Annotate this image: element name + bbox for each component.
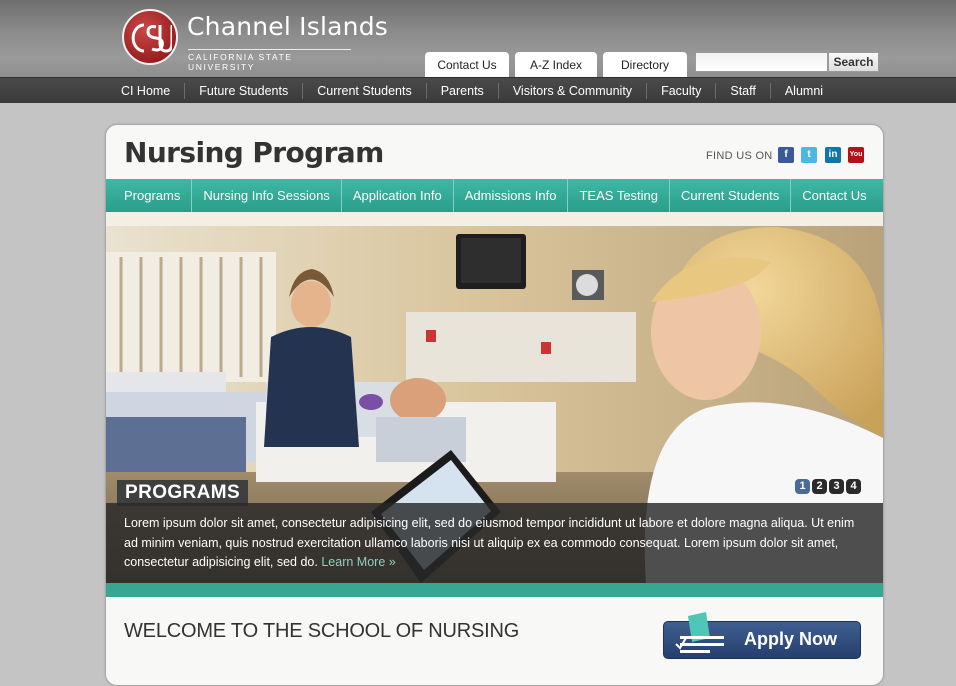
- youtube-icon[interactable]: You: [848, 147, 864, 163]
- slide-dot-1[interactable]: 1: [795, 479, 810, 494]
- twitter-icon[interactable]: t: [801, 147, 817, 163]
- nav-parents[interactable]: Parents: [425, 82, 498, 99]
- tab-contact-us[interactable]: Contact Us: [425, 52, 509, 77]
- subnav-programs[interactable]: Programs: [106, 179, 191, 212]
- tab-directory[interactable]: Directory: [603, 52, 687, 77]
- slide-dot-2[interactable]: 2: [812, 479, 827, 494]
- nav-visitors-community[interactable]: Visitors & Community: [497, 82, 646, 99]
- site-header: Channel Islands CALIFORNIA STATE UNIVERS…: [0, 0, 956, 77]
- divider-band: [106, 583, 883, 597]
- application-form-icon: [675, 612, 724, 653]
- apply-now-button[interactable]: Apply Now: [663, 612, 861, 659]
- nav-future-students[interactable]: Future Students: [184, 82, 302, 99]
- subnav-current-students[interactable]: Current Students: [669, 179, 790, 212]
- subnav-teas-testing[interactable]: TEAS Testing: [567, 179, 669, 212]
- slide-pager: 1 2 3 4: [795, 479, 861, 494]
- university-subtitle: CALIFORNIA STATE UNIVERSITY: [188, 49, 351, 72]
- tab-a-z-index[interactable]: A-Z Index: [515, 52, 597, 77]
- subnav-contact-us[interactable]: Contact Us: [790, 179, 877, 212]
- nav-alumni[interactable]: Alumni: [769, 82, 837, 99]
- page-title: Nursing Program: [124, 136, 384, 169]
- university-name[interactable]: Channel Islands: [187, 12, 388, 41]
- subnav-admissions-info[interactable]: Admissions Info: [452, 179, 568, 212]
- slide-caption-text: Lorem ipsum dolor sit amet, consectetur …: [124, 516, 855, 569]
- welcome-heading: WELCOME TO THE SCHOOL OF NURSING: [124, 620, 520, 642]
- program-navigation: Programs Nursing Info Sessions Applicati…: [106, 179, 883, 212]
- nav-ci-home[interactable]: CI Home: [107, 83, 184, 99]
- nav-current-students[interactable]: Current Students: [302, 82, 426, 99]
- slide-caption: Lorem ipsum dolor sit amet, consectetur …: [106, 503, 883, 583]
- search-input[interactable]: [695, 52, 828, 72]
- slide-dot-3[interactable]: 3: [829, 479, 844, 494]
- nav-faculty[interactable]: Faculty: [646, 82, 715, 99]
- facebook-icon[interactable]: f: [778, 147, 794, 163]
- slide-dot-4[interactable]: 4: [846, 479, 861, 494]
- find-us-label: FIND US ON: [706, 150, 773, 162]
- search-button[interactable]: Search: [828, 52, 879, 72]
- subnav-nursing-info-sessions[interactable]: Nursing Info Sessions: [191, 179, 340, 212]
- csu-seal-logo[interactable]: [122, 9, 178, 65]
- apply-now-label: Apply Now: [744, 629, 837, 649]
- learn-more-link[interactable]: Learn More »: [321, 555, 395, 569]
- content-card: Nursing Program FIND US ON f t in You Pr…: [105, 124, 884, 686]
- main-navigation: CI Home Future Students Current Students…: [0, 77, 956, 103]
- subnav-application-info[interactable]: Application Info: [340, 179, 453, 212]
- nav-staff[interactable]: Staff: [715, 82, 769, 99]
- hero-slideshow[interactable]: PROGRAMS 1 2 3 4 Lorem ipsum dolor sit a…: [106, 212, 883, 583]
- linkedin-icon[interactable]: in: [825, 147, 841, 163]
